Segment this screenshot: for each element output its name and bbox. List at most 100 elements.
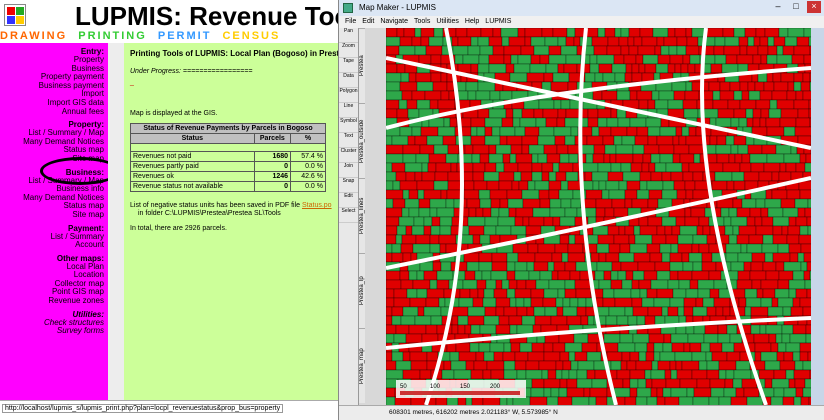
parcel — [604, 207, 615, 218]
parcel — [667, 28, 676, 38]
parcel — [526, 306, 535, 317]
status-url: http://localhost/lupmis_s/lupmis_print.p… — [2, 404, 284, 413]
layer-tab[interactable]: Prestea_map — [359, 328, 365, 403]
menu-census[interactable]: CENSUS — [222, 30, 280, 42]
tool-button[interactable]: Text — [339, 133, 358, 148]
parcel — [439, 216, 453, 227]
parcel — [685, 28, 693, 38]
parcel — [598, 252, 607, 263]
mm-menu-item[interactable]: Help — [465, 18, 479, 25]
parcel — [519, 342, 533, 353]
parcel — [638, 216, 649, 227]
parcel — [746, 396, 764, 405]
pdf-link[interactable]: Status.po — [302, 202, 332, 209]
tool-button[interactable]: Symbol — [339, 118, 358, 133]
parcel — [457, 315, 469, 326]
menu-drawing[interactable]: DRAWING — [0, 30, 67, 42]
parcel — [430, 315, 443, 326]
parcel — [524, 28, 543, 38]
parcel — [386, 189, 404, 200]
parcel — [589, 63, 600, 74]
tool-button[interactable]: Line — [339, 103, 358, 118]
parcel — [555, 360, 564, 371]
parcel — [533, 261, 549, 272]
tool-button[interactable]: Select — [339, 208, 358, 223]
parcel — [627, 36, 635, 47]
parcel — [543, 144, 558, 155]
parcel — [767, 207, 784, 218]
parcel — [760, 351, 778, 362]
menu-permit[interactable]: PERMIT — [158, 30, 212, 42]
mm-menu-item[interactable]: File — [345, 18, 356, 25]
minimize-icon[interactable]: – — [771, 1, 785, 13]
parcel — [611, 63, 627, 74]
tool-button[interactable]: Snap — [339, 178, 358, 193]
sidebar-item[interactable]: Site map — [0, 210, 104, 220]
parcel — [597, 108, 612, 119]
layer-tab[interactable]: Prestea_lines — [359, 178, 365, 253]
tool-button[interactable]: Tape — [339, 58, 358, 73]
parcel — [721, 63, 739, 74]
parcel — [537, 153, 548, 164]
parcel — [795, 288, 808, 299]
parcel — [729, 81, 741, 92]
parcel — [669, 270, 679, 281]
parcel — [499, 396, 508, 405]
layer-tab[interactable]: Prestea — [359, 28, 365, 103]
tool-button[interactable]: Polygon — [339, 88, 358, 103]
maximize-icon[interactable]: □ — [789, 1, 803, 13]
parcel — [606, 117, 619, 128]
tool-button[interactable]: Join — [339, 163, 358, 178]
parcel — [725, 369, 735, 380]
parcel — [664, 225, 673, 236]
parcel — [408, 189, 419, 200]
parcel — [682, 261, 694, 272]
mm-menu-item[interactable]: LUPMIS — [485, 18, 511, 25]
parcel — [581, 342, 598, 353]
parcel — [703, 108, 719, 119]
parcel — [638, 351, 647, 362]
parcel — [634, 135, 649, 146]
parcel — [684, 180, 696, 191]
tool-button[interactable]: Cluster — [339, 148, 358, 163]
parcel — [626, 360, 637, 371]
tool-button[interactable]: Edit — [339, 193, 358, 208]
parcel — [531, 171, 543, 182]
parcel — [499, 198, 509, 209]
parcel — [752, 117, 761, 128]
parcel — [724, 36, 740, 47]
parcel — [749, 270, 767, 281]
parcel — [531, 162, 543, 173]
sidebar-item[interactable]: Account — [0, 240, 104, 250]
sidebar-item[interactable]: Survey forms — [0, 327, 104, 336]
menu-printing[interactable]: PRINTING — [78, 30, 147, 42]
parcel — [793, 99, 810, 110]
parcel — [794, 360, 804, 371]
parcel — [550, 387, 560, 398]
parcel — [523, 99, 540, 110]
negative-msg: List of negative status units has been s… — [130, 202, 332, 209]
parcel — [430, 54, 442, 65]
parcel — [714, 36, 726, 47]
parcel — [723, 45, 741, 56]
parcel — [760, 279, 779, 290]
mm-menu-item[interactable]: Utilities — [436, 18, 459, 25]
layer-tab[interactable]: Prestea_lp — [359, 253, 365, 328]
parcel — [542, 108, 559, 119]
parcel — [440, 90, 450, 101]
close-icon[interactable]: × — [807, 1, 821, 13]
parcel — [807, 198, 811, 209]
sidebar-item[interactable]: Revenue zones — [0, 296, 104, 306]
mm-menu-item[interactable]: Tools — [414, 18, 430, 25]
mm-menu-item[interactable]: Edit — [362, 18, 374, 25]
tool-button[interactable]: Data — [339, 73, 358, 88]
parcel — [790, 306, 804, 317]
mm-menu-item[interactable]: Navigate — [380, 18, 408, 25]
parcel — [770, 342, 779, 353]
map-canvas[interactable]: 50 100 150 200 — [386, 28, 811, 405]
parcel — [386, 198, 394, 209]
layer-tab[interactable]: Prestea_outside — [359, 103, 365, 178]
tool-button[interactable]: Pan — [339, 28, 358, 43]
sidebar-item[interactable]: Annual fees — [0, 107, 104, 117]
tool-button[interactable]: Zoom — [339, 43, 358, 58]
